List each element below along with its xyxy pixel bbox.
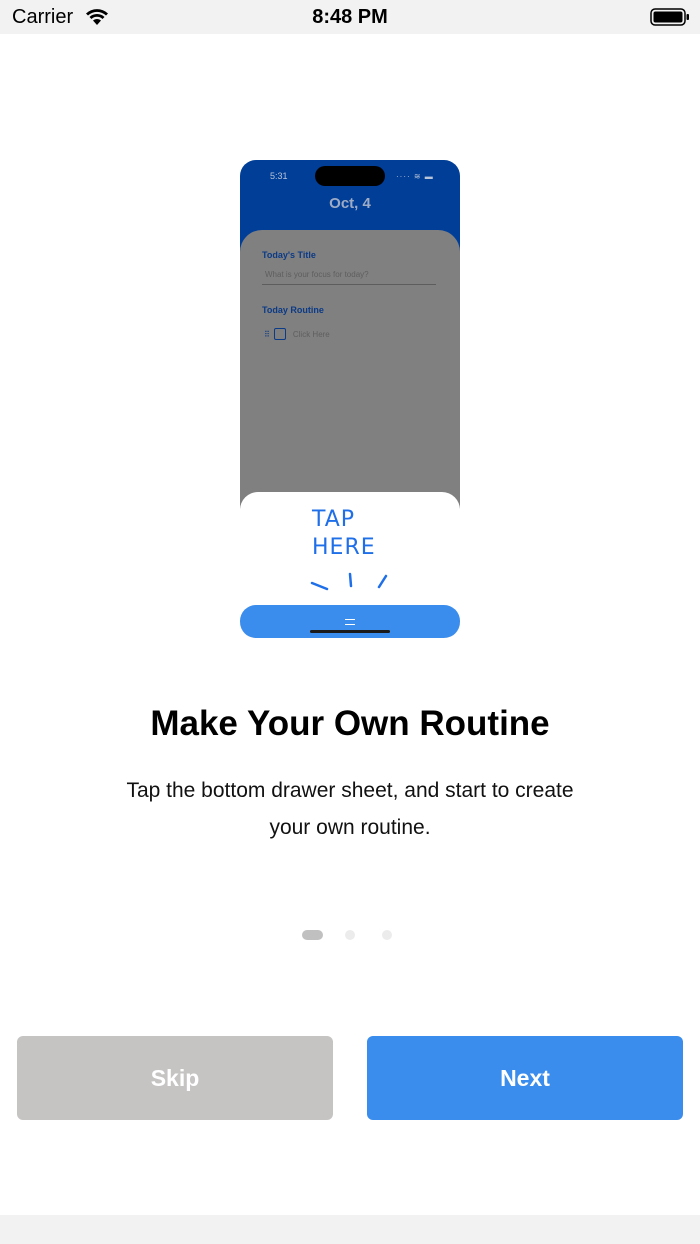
battery-icon	[650, 8, 689, 26]
page-dot-2[interactable]	[345, 930, 355, 940]
illustration-date: Oct, 4	[329, 195, 371, 212]
illustration-time: 5:31	[270, 171, 288, 181]
tap-note-line-2: HERE	[312, 535, 376, 560]
grip-icon	[345, 619, 355, 625]
status-bar: Carrier 8:48 PM	[0, 0, 700, 34]
illustration-status-icons: ···· ≋ ▬	[396, 172, 434, 181]
illustration-routine-label: Today Routine	[262, 305, 324, 315]
illustration-drawer-handle-bar	[240, 605, 460, 638]
onboarding-description: Tap the bottom drawer sheet, and start t…	[126, 779, 574, 839]
checkbox-icon	[273, 328, 286, 340]
illustration-routine-item-text: Click Here	[292, 329, 330, 339]
illustration-routine-item: ⠿ Click Here	[264, 328, 330, 340]
tap-here-note: TAP HERE	[312, 506, 392, 562]
skip-button[interactable]: Skip	[17, 1036, 333, 1120]
dynamic-island	[315, 166, 385, 186]
page-dot-1[interactable]	[302, 930, 323, 940]
page-dot-3[interactable]	[382, 930, 392, 940]
emphasis-strokes-icon	[310, 572, 388, 591]
home-indicator	[310, 630, 390, 633]
onboarding-title: Make Your Own Routine	[150, 704, 550, 743]
drag-handle-icon: ⠿	[264, 329, 270, 339]
status-time: 8:48 PM	[312, 6, 388, 28]
illustration-title-label: Today's Title	[262, 250, 316, 260]
tap-note-line-1: TAP	[312, 507, 356, 532]
next-button[interactable]: Next	[367, 1036, 683, 1120]
illustration-title-field: What is your focus for today?	[262, 270, 436, 285]
onboarding-illustration: 5:31 ···· ≋ ▬ Oct, 4 Today's Title What …	[240, 160, 460, 638]
bottom-safe-area	[0, 1215, 700, 1244]
